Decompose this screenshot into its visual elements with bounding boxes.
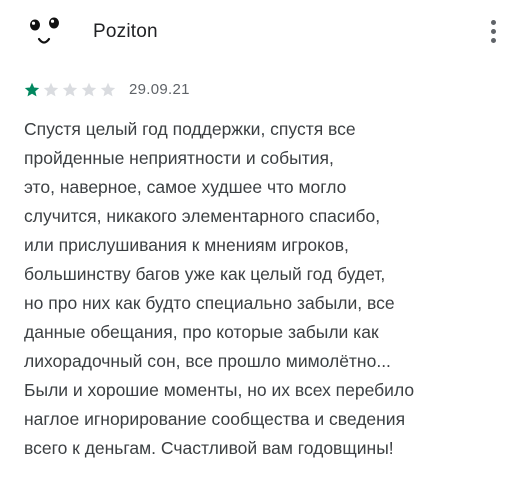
review-text-line: это, наверное, самое худшее что могло xyxy=(24,177,347,197)
review-text-line: данные обещания, про которые забыли как xyxy=(24,322,379,342)
review-text-line: случится, никакого элементарного спасибо… xyxy=(24,206,381,226)
star-icon xyxy=(100,82,116,98)
review-author-name: Poziton xyxy=(93,21,158,42)
review-text-line: или прислушивания к мнениям игроков, xyxy=(24,235,349,255)
smiley-face-icon xyxy=(30,17,59,44)
review-text-line: Спустя целый год поддержки, спустя все xyxy=(24,119,356,139)
star-icon xyxy=(81,82,97,98)
rating-row: 29.09.21 xyxy=(24,80,284,100)
review-text-line: Были и хорошие моменты, но их всех переб… xyxy=(24,380,415,400)
review-card: Poziton 29.09.21 Спустя целый год поддер… xyxy=(0,0,523,500)
review-text-line: наглое игнорирование сообщества и сведен… xyxy=(24,409,406,429)
review-text-line: но про них как будто специально забыли, … xyxy=(24,293,395,313)
star-rating xyxy=(24,82,120,98)
review-text-line: пройденные неприятности и события, xyxy=(24,148,334,168)
review-header: Poziton xyxy=(24,10,504,54)
review-date: 29.09.21 xyxy=(129,81,190,98)
star-icon xyxy=(43,82,59,98)
review-text-line: всего к деньгам. Счастливой вам годовщин… xyxy=(24,438,394,458)
review-text-line: большинству багов уже как целый год буде… xyxy=(24,264,386,284)
star-icon xyxy=(62,82,78,98)
more-vert-icon[interactable] xyxy=(484,16,504,48)
avatar xyxy=(24,10,68,54)
review-text-line: лихорадочный сон, все прошло мимолётно..… xyxy=(24,351,391,371)
review-text: Спустя целый год поддержки, спустя все пр… xyxy=(24,115,509,463)
star-icon xyxy=(24,82,40,98)
